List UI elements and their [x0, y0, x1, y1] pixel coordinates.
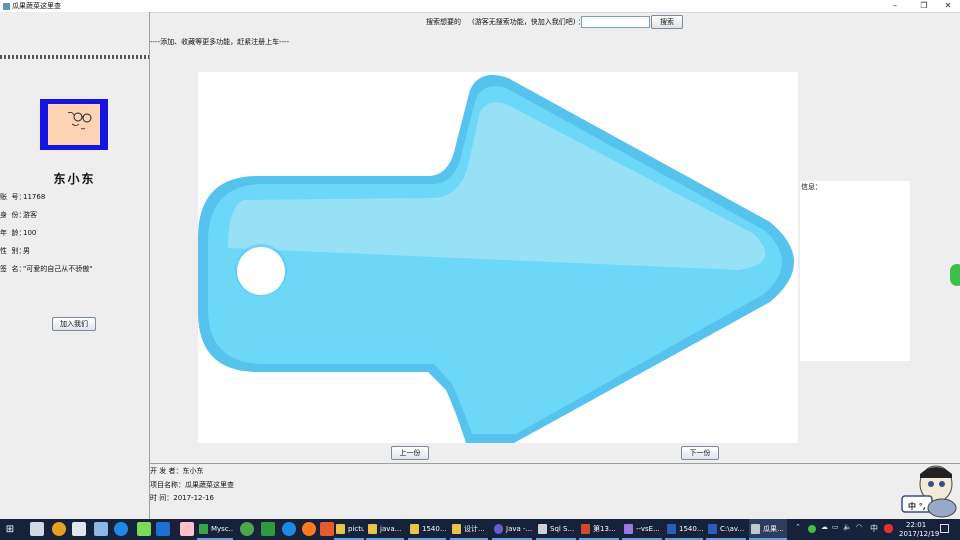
search-button[interactable]: 搜索 [651, 15, 683, 29]
tray-red-icon[interactable] [884, 524, 893, 533]
taskbar: ⊞ Mysc... picture java... 1540... 设计... … [0, 519, 960, 540]
media-icon[interactable] [180, 522, 194, 536]
taskbar-app-design-folder[interactable]: 设计... [450, 519, 488, 540]
powerpoint-icon [581, 524, 590, 534]
folder-icon [410, 524, 419, 534]
join-us-button[interactable]: 加入我们 [52, 317, 96, 331]
wifi-icon[interactable]: ◠ [856, 523, 862, 531]
tray-battery-icon[interactable]: ▭ [832, 523, 839, 531]
register-notice: ----添加、收藏等更多功能，赶紧注册上车---- [150, 38, 290, 46]
taskbar-app-word-java[interactable]: C:\av... [706, 519, 746, 540]
butterfly-icon[interactable] [137, 522, 151, 536]
taskbar-app-word-1540[interactable]: 1540... [665, 519, 703, 540]
close-button[interactable]: ✕ [935, 0, 960, 12]
taskbar-app-java-folder[interactable]: java... [366, 519, 404, 540]
profile-account: 账 号：11768 [0, 193, 46, 201]
volume-icon[interactable]: 🔈 [843, 523, 852, 531]
info-box [800, 181, 910, 361]
profile-age: 年 龄：100 [0, 229, 37, 237]
taskbar-app-current[interactable]: 瓜果... [749, 519, 787, 540]
store-icon[interactable] [72, 522, 86, 536]
java-app-icon [751, 524, 760, 534]
footer-developer: 开 发 者：东小东 [150, 467, 204, 475]
calculator-icon[interactable] [30, 522, 44, 536]
edge-icon[interactable] [114, 522, 128, 536]
footer-time: 时 间：2017-12-16 [150, 494, 214, 502]
folder-icon [368, 524, 377, 534]
profile-signature: 签 名："可爱的自己从不骄傲" [0, 265, 93, 273]
profile-name: 东小东 [53, 172, 96, 186]
app-icon-1 [199, 524, 208, 534]
teamviewer-icon[interactable] [156, 522, 170, 536]
profile-identity: 身 份：游客 [0, 211, 37, 219]
app-icon [2, 2, 11, 11]
eclipse-icon [494, 524, 503, 534]
taskbar-app-vse[interactable]: --vsE... [622, 519, 662, 540]
taskbar-app-picture[interactable]: picture [334, 519, 364, 540]
produce-image [198, 72, 798, 443]
profile-panel: 东小东 账 号：11768 身 份：游客 年 龄：100 性 别：男 签 名："… [0, 12, 150, 519]
next-button[interactable]: 下一份 [681, 446, 719, 460]
window-title: 瓜果蔬菜这里查 [12, 2, 61, 10]
word-icon [708, 524, 717, 534]
sql-server-icon [538, 524, 547, 534]
folder-icon [452, 524, 461, 534]
dashed-divider [0, 55, 149, 59]
taskbar-app-sql-server[interactable]: Sql S... [536, 519, 576, 540]
word-icon [667, 524, 676, 534]
arrow-tag-image [198, 74, 794, 443]
ime-mascot[interactable]: 中 °, [898, 462, 960, 520]
wechat-icon[interactable] [240, 522, 254, 536]
clock-date[interactable]: 2017/12/19 [899, 530, 939, 538]
side-float-widget[interactable] [950, 264, 960, 286]
tray-cloud-icon[interactable]: ☁ [821, 523, 828, 531]
info-label: 信息： [801, 183, 822, 191]
avatar [40, 99, 108, 150]
ie-icon[interactable] [282, 522, 296, 536]
app-green-icon[interactable] [261, 522, 275, 536]
search-label: 搜索想要的 [426, 18, 461, 26]
taskbar-app-powerpoint[interactable]: 第13... [579, 519, 619, 540]
taskbar-app-mysql[interactable]: Mysc... [197, 519, 233, 540]
ime-button[interactable]: 中 [870, 523, 878, 534]
footer-project: 项目名称：瓜果蔬菜这里查 [150, 481, 234, 489]
folder-icon [336, 524, 345, 534]
firefox-icon[interactable] [302, 522, 316, 536]
minimize-button[interactable]: – [882, 0, 908, 12]
tools-icon [624, 524, 633, 534]
profile-gender: 性 别：男 [0, 247, 30, 255]
tray-chevron-icon[interactable]: ⌃ [795, 523, 801, 531]
notification-icon[interactable] [940, 524, 949, 533]
maximize-button[interactable]: ❐ [911, 0, 937, 12]
windows-start-icon[interactable]: ⊞ [0, 519, 20, 540]
search-input[interactable] [581, 16, 650, 28]
tray-app-icon[interactable] [808, 525, 816, 533]
taskbar-app-eclipse[interactable]: Java -... [492, 519, 532, 540]
footer-divider [150, 463, 960, 464]
clock-time[interactable]: 22:01 [906, 521, 926, 529]
browser-shield-icon[interactable] [52, 522, 66, 536]
app-orange-icon[interactable] [320, 522, 334, 536]
prev-button[interactable]: 上一份 [391, 446, 429, 460]
search-hint: (游客无搜索功能，快加入我们吧) ： [472, 18, 585, 26]
avatar-face-icon [48, 104, 100, 145]
network-icon[interactable] [94, 522, 108, 536]
ime-indicator: 中 °, [908, 502, 926, 511]
taskbar-app-1540-folder[interactable]: 1540... [408, 519, 446, 540]
